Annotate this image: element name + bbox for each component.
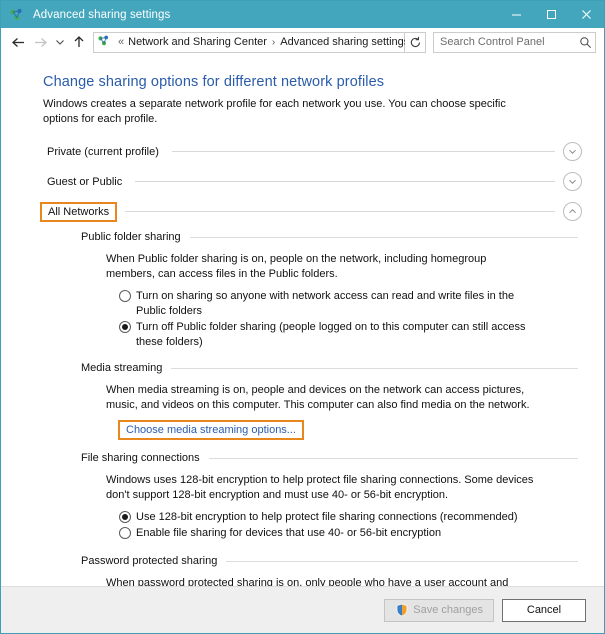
section-heading-file-sharing-connections: File sharing connections bbox=[81, 452, 200, 464]
profile-rule bbox=[171, 151, 555, 152]
back-button[interactable] bbox=[7, 31, 29, 53]
radio-indicator[interactable] bbox=[119, 321, 131, 333]
minimize-button[interactable] bbox=[499, 1, 534, 28]
breadcrumb-separator: › bbox=[271, 36, 276, 48]
uac-shield-icon bbox=[395, 603, 409, 617]
intro-text: Windows creates a separate network profi… bbox=[43, 98, 506, 125]
maximize-button[interactable] bbox=[534, 1, 569, 28]
radio-option-turn-on-public-sharing[interactable]: Turn on sharing so anyone with network a… bbox=[119, 289, 582, 319]
radio-indicator[interactable] bbox=[119, 511, 131, 523]
cancel-button[interactable]: Cancel bbox=[502, 598, 586, 622]
radio-option-use-128-bit-encryption[interactable]: Use 128-bit encryption to help protect f… bbox=[119, 510, 582, 525]
profile-label-guest-or-public: Guest or Public bbox=[47, 175, 123, 188]
forward-button bbox=[29, 31, 51, 53]
profile-row-guest-or-public[interactable]: Guest or Public bbox=[43, 171, 582, 192]
section-body: When password protected sharing is on, o… bbox=[106, 576, 582, 586]
section-body: Windows uses 128-bit encryption to help … bbox=[106, 473, 582, 541]
radio-option-turn-off-public-sharing[interactable]: Turn off Public folder sharing (people l… bbox=[119, 320, 582, 350]
address-toolbar: « Network and Sharing Center › Advanced … bbox=[1, 28, 604, 56]
section-description-media-streaming: When media streaming is on, people and d… bbox=[106, 384, 530, 411]
radio-group-file-sharing-connections: Use 128-bit encryption to help protect f… bbox=[119, 510, 582, 541]
profile-row-all-networks[interactable]: All Networks bbox=[40, 201, 582, 222]
radio-option-enable-40-or-56-bit-encryption[interactable]: Enable file sharing for devices that use… bbox=[119, 526, 582, 541]
advanced-sharing-settings-window: Advanced sharing settings « Network and … bbox=[0, 0, 605, 634]
section-description-file-sharing-connections: Windows uses 128-bit encryption to help … bbox=[106, 474, 534, 501]
search-input[interactable] bbox=[434, 36, 575, 48]
radio-label: Turn on sharing so anyone with network a… bbox=[136, 290, 515, 317]
save-changes-label: Save changes bbox=[413, 604, 483, 616]
radio-group-public-folder-sharing: Turn on sharing so anyone with network a… bbox=[119, 289, 582, 350]
choose-media-streaming-options-link[interactable]: Choose media streaming options... bbox=[126, 424, 296, 436]
close-button[interactable] bbox=[569, 1, 604, 28]
section-rule bbox=[189, 236, 578, 238]
recent-locations-button[interactable] bbox=[51, 31, 68, 53]
breadcrumb-prefix: « bbox=[118, 36, 125, 48]
window-controls bbox=[499, 1, 604, 28]
network-sharing-icon bbox=[9, 7, 25, 23]
media-streaming-link-highlight: Choose media streaming options... bbox=[118, 420, 304, 440]
section-body: When Public folder sharing is on, people… bbox=[106, 252, 582, 350]
section-file-sharing-connections: File sharing connections Windows uses 12… bbox=[81, 452, 582, 541]
cancel-label: Cancel bbox=[526, 604, 562, 616]
up-button[interactable] bbox=[68, 31, 90, 53]
section-rule bbox=[226, 560, 578, 562]
title-bar: Advanced sharing settings bbox=[1, 1, 604, 28]
section-media-streaming: Media streaming When media streaming is … bbox=[81, 362, 582, 440]
section-body: When media streaming is on, people and d… bbox=[106, 383, 582, 440]
breadcrumb-item-network-and-sharing-center[interactable]: Network and Sharing Center bbox=[126, 36, 269, 48]
radio-indicator[interactable] bbox=[119, 290, 131, 302]
section-rule bbox=[171, 367, 578, 369]
profile-label-all-networks: All Networks bbox=[40, 201, 118, 222]
save-changes-button[interactable]: Save changes bbox=[384, 598, 494, 622]
radio-label: Use 128-bit encryption to help protect f… bbox=[136, 511, 518, 523]
radio-label: Turn off Public folder sharing (people l… bbox=[136, 321, 526, 348]
section-header: Public folder sharing bbox=[81, 231, 582, 243]
search-icon[interactable] bbox=[575, 33, 595, 51]
address-bar[interactable]: « Network and Sharing Center › Advanced … bbox=[93, 31, 425, 53]
section-rule bbox=[208, 457, 578, 459]
window-title: Advanced sharing settings bbox=[33, 8, 171, 21]
profile-row-private[interactable]: Private (current profile) bbox=[43, 141, 582, 162]
section-public-folder-sharing: Public folder sharing When Public folder… bbox=[81, 231, 582, 350]
radio-label: Enable file sharing for devices that use… bbox=[136, 527, 442, 539]
page-title: Change sharing options for different net… bbox=[43, 74, 385, 90]
dialog-footer: Save changes Cancel bbox=[1, 586, 604, 633]
section-header: Media streaming bbox=[81, 362, 582, 374]
section-heading-password-protected-sharing: Password protected sharing bbox=[81, 555, 218, 567]
chevron-up-icon[interactable] bbox=[563, 202, 582, 221]
section-heading-public-folder-sharing: Public folder sharing bbox=[81, 231, 181, 243]
breadcrumb-item-advanced-sharing-settings[interactable]: Advanced sharing settings bbox=[278, 36, 411, 48]
refresh-button[interactable] bbox=[405, 31, 426, 53]
section-description-public-folder-sharing: When Public folder sharing is on, people… bbox=[106, 253, 487, 280]
chevron-down-icon[interactable] bbox=[563, 142, 582, 161]
section-heading-media-streaming: Media streaming bbox=[81, 362, 163, 374]
section-password-protected-sharing: Password protected sharing When password… bbox=[81, 555, 582, 586]
profile-label-private: Private (current profile) bbox=[47, 145, 159, 158]
chevron-down-icon[interactable] bbox=[563, 172, 582, 191]
section-header: Password protected sharing bbox=[81, 555, 582, 567]
network-sharing-icon bbox=[97, 34, 113, 50]
search-box[interactable] bbox=[433, 31, 596, 53]
profile-rule bbox=[125, 211, 555, 212]
section-header: File sharing connections bbox=[81, 452, 582, 464]
content-area: Change sharing options for different net… bbox=[1, 56, 604, 586]
profile-rule bbox=[135, 181, 555, 182]
radio-indicator[interactable] bbox=[119, 527, 131, 539]
section-description-password-protected-sharing: When password protected sharing is on, o… bbox=[106, 577, 509, 586]
